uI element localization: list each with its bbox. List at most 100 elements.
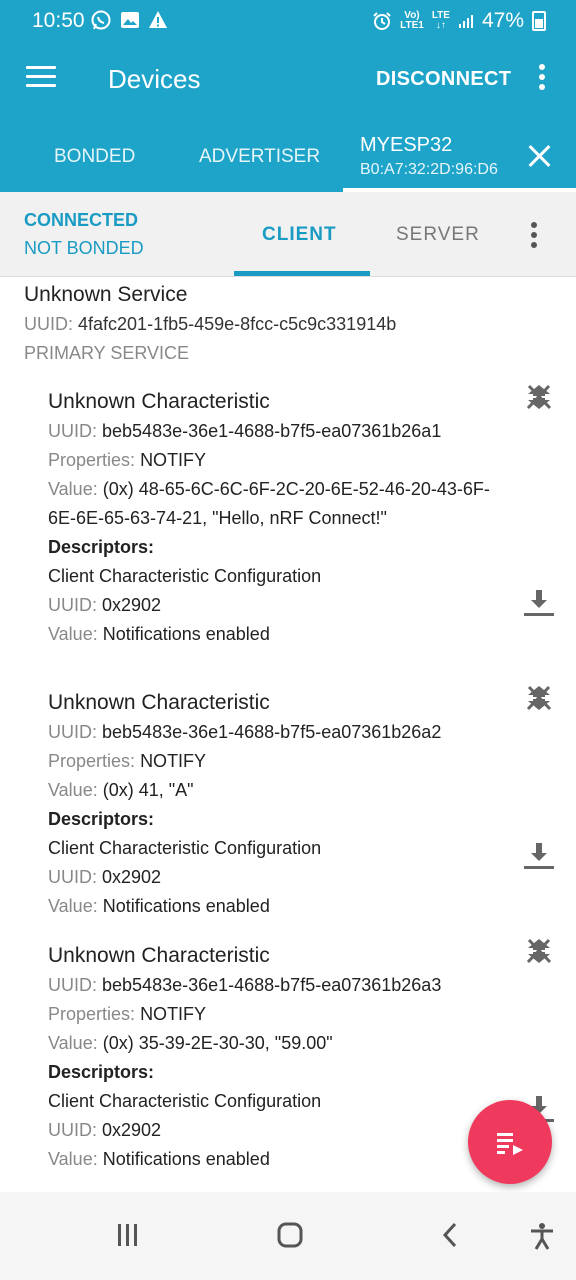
descriptor-uuid: UUID: 0x2902	[48, 591, 508, 620]
uuid-label: UUID:	[48, 595, 97, 615]
descriptor-name: Client Characteristic Configuration	[48, 838, 322, 858]
value-label: Value:	[48, 896, 98, 916]
battery-percent: 47%	[481, 9, 524, 32]
notifications-toggle-icon[interactable]	[524, 683, 554, 713]
recent-apps-icon[interactable]	[116, 1222, 140, 1248]
more-options-icon[interactable]	[538, 64, 546, 94]
log-fab-button[interactable]	[468, 1100, 552, 1184]
characteristic-properties: Properties: NOTIFY	[48, 1000, 508, 1029]
uuid-value: 0x2902	[102, 867, 162, 887]
home-icon[interactable]	[277, 1222, 303, 1248]
menu-icon[interactable]	[26, 66, 56, 88]
value-label: Value:	[48, 624, 98, 644]
uuid-value: beb5483e-36e1-4688-b7f5-ea07361b26a3	[102, 975, 442, 995]
tab-device-name: MYESP32	[360, 134, 453, 156]
characteristic-value: Value: (0x) 35-39-2E-30-30, "59.00"	[48, 1029, 508, 1058]
back-icon[interactable]	[440, 1222, 460, 1248]
volte-bottom: LTE1	[400, 20, 424, 31]
whatsapp-icon	[91, 10, 111, 30]
connection-more-icon[interactable]	[530, 222, 538, 252]
value-text: (0x) 41, "A"	[102, 780, 194, 800]
status-right-icons: Vo) LTE1 LTE ↓↑ 47%	[372, 9, 546, 33]
uuid-value: 0x2902	[102, 1120, 162, 1140]
characteristic-item: Unknown Characteristic UUID: beb5483e-36…	[48, 688, 508, 921]
value-text: (0x) 35-39-2E-30-30, "59.00"	[102, 1033, 333, 1053]
tab-client[interactable]: CLIENT	[262, 224, 337, 246]
properties-label: Properties:	[48, 1004, 136, 1024]
notifications-toggle-icon[interactable]	[524, 936, 554, 966]
service-uuid: UUID: 4fafc201-1fb5-459e-8fcc-c5c9c33191…	[24, 314, 396, 335]
descriptors-heading: Descriptors:	[48, 809, 155, 829]
descriptor-value: Value: Notifications enabled	[48, 1145, 508, 1174]
accessibility-icon[interactable]	[528, 1222, 556, 1250]
uuid-label: UUID:	[48, 975, 97, 995]
connection-bar: CONNECTED NOT BONDED CLIENT SERVER	[0, 192, 576, 277]
value-label: Value:	[48, 1033, 98, 1053]
lte-indicator: LTE ↓↑	[432, 11, 450, 31]
lte-bottom: ↓↑	[435, 20, 446, 31]
descriptors-heading: Descriptors:	[48, 537, 155, 557]
uuid-label: UUID:	[48, 722, 97, 742]
disconnect-button[interactable]: DISCONNECT	[376, 68, 511, 91]
descriptor-uuid: UUID: 0x2902	[48, 1116, 508, 1145]
connection-state: CONNECTED	[24, 210, 139, 230]
tab-server[interactable]: SERVER	[396, 224, 480, 246]
uuid-label: UUID:	[48, 867, 97, 887]
service-uuid-label: UUID:	[24, 314, 73, 334]
descriptor-name: Client Characteristic Configuration	[48, 566, 322, 586]
characteristic-value: Value: (0x) 48-65-6C-6C-6F-2C-20-6E-52-4…	[48, 475, 508, 533]
system-nav-bar	[0, 1192, 576, 1280]
app-bar: Devices DISCONNECT	[0, 40, 576, 118]
characteristic-item: Unknown Characteristic UUID: beb5483e-36…	[48, 941, 508, 1174]
service-uuid-value: 4fafc201-1fb5-459e-8fcc-c5c9c331914b	[78, 314, 397, 334]
characteristic-uuid: UUID: beb5483e-36e1-4688-b7f5-ea07361b26…	[48, 417, 508, 446]
properties-label: Properties:	[48, 450, 136, 470]
value-label: Value:	[48, 780, 98, 800]
gallery-icon	[121, 12, 139, 28]
download-icon[interactable]	[522, 841, 556, 871]
value-text: Notifications enabled	[102, 1149, 270, 1169]
characteristic-uuid: UUID: beb5483e-36e1-4688-b7f5-ea07361b26…	[48, 971, 508, 1000]
warning-icon	[149, 11, 167, 28]
value-label: Value:	[48, 1149, 98, 1169]
properties-value: NOTIFY	[140, 751, 207, 771]
signal-icon	[458, 15, 473, 28]
value-label: Value:	[48, 479, 98, 499]
client-tab-indicator	[234, 271, 370, 276]
device-tabs: BONDED ADVERTISER MYESP32 B0:A7:32:2D:96…	[0, 118, 576, 192]
download-icon[interactable]	[522, 588, 556, 618]
descriptor-value: Value: Notifications enabled	[48, 892, 508, 921]
characteristic-value: Value: (0x) 41, "A"	[48, 776, 508, 805]
log-icon	[497, 1133, 523, 1155]
value-text: (0x) 48-65-6C-6C-6F-2C-20-6E-52-46-20-43…	[48, 479, 490, 528]
characteristic-title: Unknown Characteristic	[48, 691, 270, 714]
descriptors-heading: Descriptors:	[48, 1062, 155, 1082]
uuid-value: beb5483e-36e1-4688-b7f5-ea07361b26a2	[102, 722, 442, 742]
value-text: Notifications enabled	[102, 896, 270, 916]
volte-indicator: Vo) LTE1	[400, 11, 424, 31]
characteristic-properties: Properties: NOTIFY	[48, 747, 508, 776]
status-time: 10:50	[32, 9, 85, 32]
service-title[interactable]: Unknown Service	[24, 283, 187, 307]
uuid-label: UUID:	[48, 1120, 97, 1140]
uuid-label: UUID:	[48, 421, 97, 441]
uuid-value: 0x2902	[102, 595, 162, 615]
tab-device-address: B0:A7:32:2D:96:D6	[360, 161, 498, 178]
properties-value: NOTIFY	[140, 1004, 207, 1024]
characteristic-properties: Properties: NOTIFY	[48, 446, 508, 475]
properties-label: Properties:	[48, 751, 136, 771]
tab-device[interactable]: MYESP32 B0:A7:32:2D:96:D6	[360, 134, 498, 179]
status-left-icons	[90, 9, 168, 31]
notifications-toggle-icon[interactable]	[524, 382, 554, 412]
tab-bonded[interactable]: BONDED	[54, 146, 135, 168]
tab-advertiser[interactable]: ADVERTISER	[199, 146, 320, 168]
uuid-value: beb5483e-36e1-4688-b7f5-ea07361b26a1	[102, 421, 442, 441]
battery-icon	[532, 11, 546, 31]
descriptor-uuid: UUID: 0x2902	[48, 863, 508, 892]
close-icon[interactable]	[527, 144, 551, 168]
characteristic-item: Unknown Characteristic UUID: beb5483e-36…	[48, 387, 508, 649]
bond-state: NOT BONDED	[24, 238, 144, 258]
descriptor-name: Client Characteristic Configuration	[48, 1091, 322, 1111]
characteristic-title: Unknown Characteristic	[48, 944, 270, 967]
characteristic-uuid: UUID: beb5483e-36e1-4688-b7f5-ea07361b26…	[48, 718, 508, 747]
